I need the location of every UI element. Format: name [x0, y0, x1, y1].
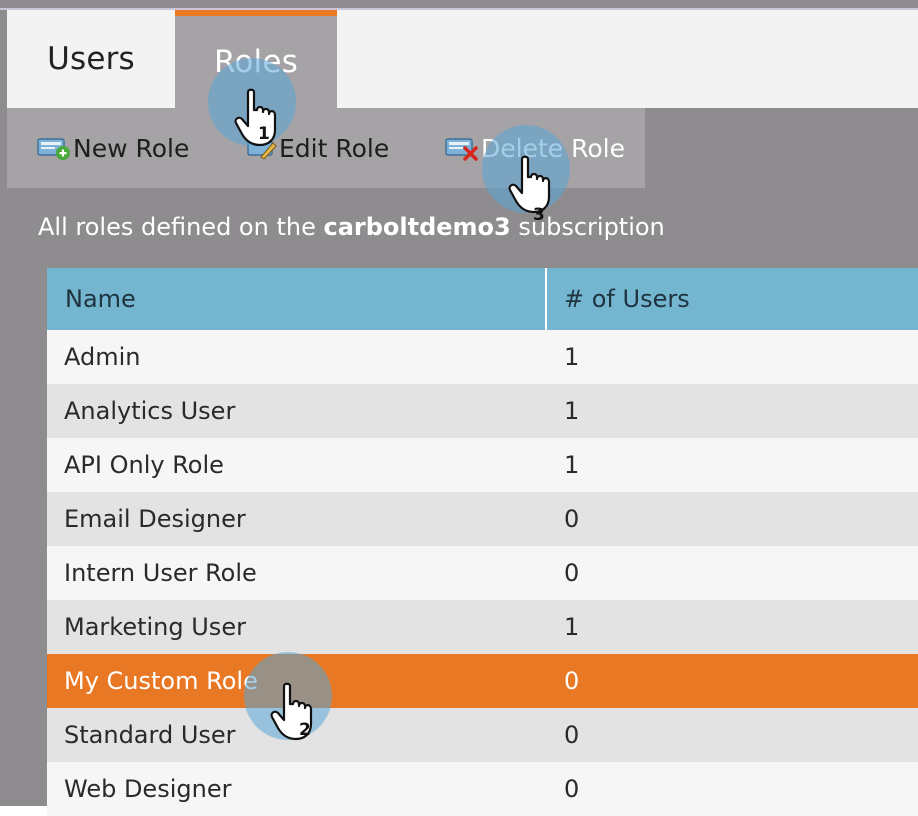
step-marker-3: 3 — [482, 125, 570, 225]
new-role-label: New Role — [73, 133, 190, 163]
user-count-cell: 0 — [564, 667, 580, 695]
step-number: 2 — [299, 720, 311, 740]
user-count-cell: 1 — [564, 613, 580, 641]
roles-toolbar: New Role Edit Role Delete — [7, 108, 918, 188]
user-count-cell: 1 — [564, 397, 580, 425]
new-role-button[interactable]: New Role — [37, 108, 189, 188]
table-row[interactable]: Marketing User 1 — [47, 600, 918, 654]
role-delete-icon — [445, 135, 479, 161]
step-marker-2: 2 — [244, 652, 332, 741]
subscription-name: carboltdemo3 — [323, 213, 511, 241]
description-prefix: All roles defined on the — [38, 213, 324, 241]
table-row[interactable]: Standard User 0 — [47, 708, 918, 762]
hand-pointer-icon — [270, 682, 313, 741]
column-header-users[interactable]: # of Users — [547, 268, 918, 330]
table-row-selected[interactable]: My Custom Role 0 — [47, 654, 918, 708]
roles-description: All roles defined on the carboltdemo3 su… — [38, 213, 665, 241]
role-name-cell: Marketing User — [64, 613, 246, 641]
user-count-cell: 1 — [564, 451, 580, 479]
role-name-cell: API Only Role — [64, 451, 224, 479]
role-name-cell: Email Designer — [64, 505, 246, 533]
table-header: Name # of Users — [47, 268, 918, 330]
main-tabs: Users Roles — [7, 10, 918, 108]
role-name-cell: Intern User Role — [64, 559, 257, 587]
user-count-cell: 0 — [564, 505, 580, 533]
roles-table: Name # of Users Admin 1 Analytics User 1… — [47, 268, 918, 816]
table-row[interactable]: Admin 1 — [47, 330, 918, 384]
role-add-icon — [37, 135, 71, 161]
step-marker-1: 1 — [208, 58, 296, 147]
roles-admin-panel: Users Roles New Role — [0, 0, 918, 816]
tab-users[interactable]: Users — [7, 10, 175, 108]
table-row[interactable]: API Only Role 1 — [47, 438, 918, 492]
table-row[interactable]: Web Designer 0 — [47, 762, 918, 816]
user-count-cell: 0 — [564, 559, 580, 587]
table-row[interactable]: Analytics User 1 — [47, 384, 918, 438]
user-count-cell: 1 — [564, 343, 580, 371]
tab-users-label: Users — [47, 41, 135, 77]
table-row[interactable]: Email Designer 0 — [47, 492, 918, 546]
role-name-cell: Analytics User — [64, 397, 236, 425]
role-name-cell: Admin — [64, 343, 141, 371]
user-count-cell: 0 — [564, 721, 580, 749]
role-name-cell: Web Designer — [64, 775, 232, 803]
column-header-name[interactable]: Name — [47, 268, 547, 330]
step-number: 3 — [533, 205, 545, 225]
user-count-cell: 0 — [564, 775, 580, 803]
step-number: 1 — [258, 124, 270, 144]
table-row[interactable]: Intern User Role 0 — [47, 546, 918, 600]
